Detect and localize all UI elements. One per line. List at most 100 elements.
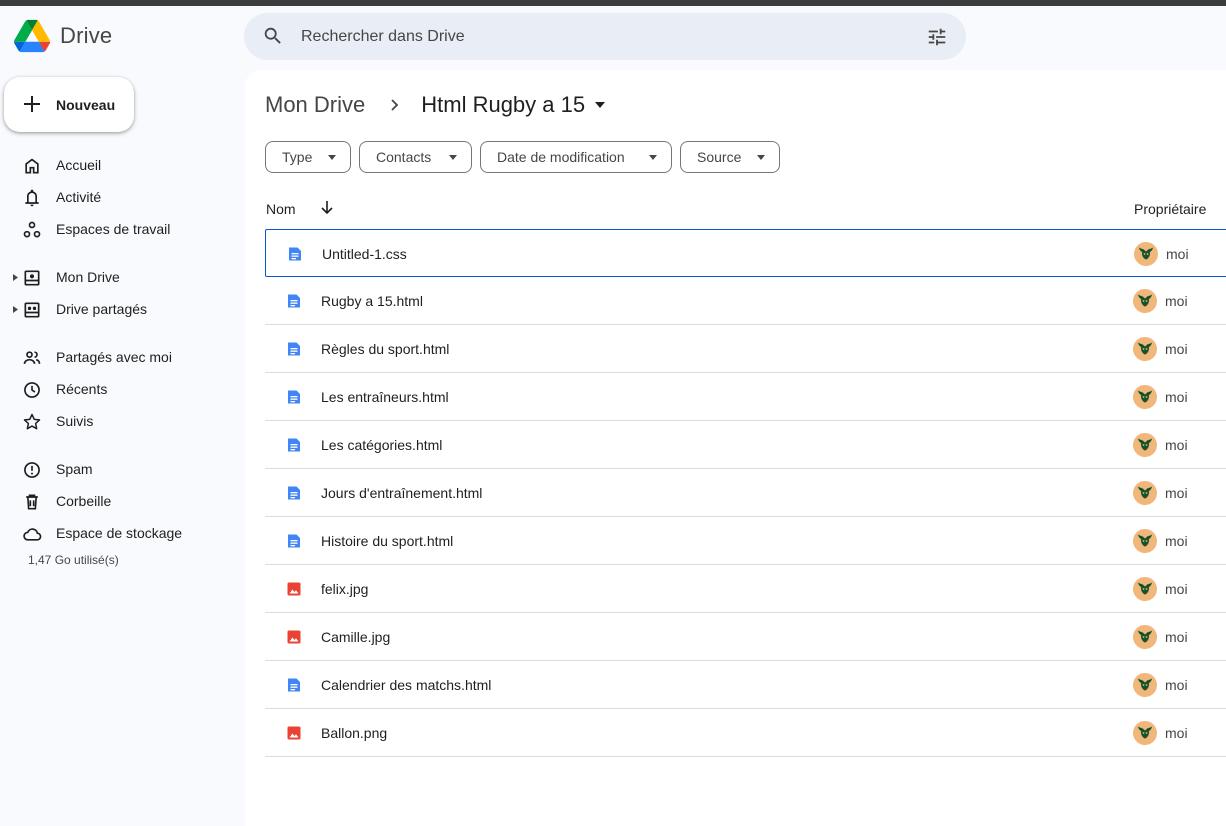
file-owner: moi	[1166, 246, 1189, 262]
sidebar-item-label: Accueil	[56, 157, 102, 173]
document-icon	[288, 294, 300, 308]
owner-avatar	[1133, 721, 1157, 745]
my-drive-icon	[24, 270, 40, 286]
window-top-bar	[0, 0, 1226, 6]
plus-icon	[24, 96, 40, 112]
owner-avatar	[1133, 289, 1157, 313]
file-name: Règles du sport.html	[321, 341, 450, 357]
sidebar-item-shared-drives[interactable]: Drive partagés	[0, 294, 240, 324]
spam-icon	[24, 462, 40, 478]
caret-down-icon[interactable]	[595, 102, 606, 108]
sidebar-item-shared-with-me[interactable]: Partagés avec moi	[0, 342, 240, 372]
sidebar-item-label: Activité	[56, 189, 102, 205]
drive-logo[interactable]: Drive	[14, 19, 112, 53]
file-row[interactable]: Jours d'entraînement.html moi	[265, 469, 1226, 517]
image-file-icon	[287, 726, 301, 740]
breadcrumb: Mon Drive Html Rugby a 15	[265, 92, 606, 118]
filter-label: Date de modification	[497, 149, 625, 165]
sidebar-item-home[interactable]: Accueil	[0, 150, 240, 180]
file-name: Camille.jpg	[321, 629, 391, 645]
file-name: Histoire du sport.html	[321, 533, 454, 549]
people-icon	[23, 351, 41, 364]
sidebar-item-label: Espaces de travail	[56, 221, 171, 237]
filter-contacts[interactable]: Contacts	[359, 141, 472, 173]
sidebar-item-recent[interactable]: Récents	[0, 374, 240, 404]
file-owner: moi	[1165, 341, 1188, 357]
expand-caret-icon[interactable]	[13, 306, 18, 313]
owner-avatar	[1133, 577, 1157, 601]
file-name: Untitled-1.css	[322, 246, 407, 262]
document-icon	[289, 247, 301, 261]
file-row[interactable]: Ballon.png moi	[265, 709, 1226, 757]
file-owner: moi	[1165, 725, 1188, 741]
star-icon	[23, 413, 41, 430]
trash-icon	[26, 494, 38, 510]
sidebar-item-activity[interactable]: Activité	[0, 182, 240, 212]
sidebar-item-storage[interactable]: Espace de stockage	[0, 518, 240, 548]
search-bar[interactable]: Rechercher dans Drive	[244, 13, 966, 60]
document-icon	[288, 534, 300, 548]
filter-modified-date[interactable]: Date de modification	[480, 141, 672, 173]
file-row[interactable]: Les entraîneurs.html moi	[265, 373, 1226, 421]
sidebar-item-workspaces[interactable]: Espaces de travail	[0, 214, 240, 244]
sidebar-item-starred[interactable]: Suivis	[0, 406, 240, 436]
file-owner: moi	[1165, 389, 1188, 405]
document-icon	[288, 342, 300, 356]
file-row[interactable]: Les catégories.html moi	[265, 421, 1226, 469]
file-name: Les catégories.html	[321, 437, 443, 453]
filter-label: Source	[697, 149, 742, 165]
sidebar-item-label: Mon Drive	[56, 269, 120, 285]
document-icon	[288, 486, 300, 500]
column-header-name[interactable]: Nom	[266, 201, 296, 217]
file-row[interactable]: Camille.jpg moi	[265, 613, 1226, 661]
caret-down-icon	[328, 155, 336, 160]
breadcrumb-root[interactable]: Mon Drive	[265, 92, 365, 118]
filter-label: Type	[282, 149, 313, 165]
main-content: Mon Drive Html Rugby a 15 Type Contacts …	[245, 70, 1226, 826]
breadcrumb-current-folder[interactable]: Html Rugby a 15	[421, 92, 585, 118]
file-name: Les entraîneurs.html	[321, 389, 449, 405]
file-row[interactable]: Règles du sport.html moi	[265, 325, 1226, 373]
home-icon	[25, 158, 39, 174]
caret-down-icon	[449, 155, 457, 160]
owner-avatar	[1134, 242, 1158, 266]
owner-avatar	[1133, 625, 1157, 649]
file-row[interactable]: felix.jpg moi	[265, 565, 1226, 613]
file-row[interactable]: Calendrier des matchs.html moi	[265, 661, 1226, 709]
file-name: Rugby a 15.html	[321, 293, 423, 309]
file-owner: moi	[1165, 581, 1188, 597]
file-name: Ballon.png	[321, 725, 388, 741]
file-name: Jours d'entraînement.html	[321, 485, 483, 501]
image-file-icon	[287, 630, 301, 644]
chevron-right-icon	[391, 99, 399, 111]
search-input[interactable]: Rechercher dans Drive	[301, 28, 465, 46]
image-file-icon	[287, 582, 301, 596]
document-icon	[288, 390, 300, 404]
sidebar-item-label: Espace de stockage	[56, 525, 183, 541]
filter-type[interactable]: Type	[265, 141, 351, 173]
sidebar-item-spam[interactable]: Spam	[0, 454, 240, 484]
search-icon[interactable]	[262, 25, 284, 47]
sidebar-item-trash[interactable]: Corbeille	[0, 486, 240, 516]
sidebar-item-label: Partagés avec moi	[56, 349, 172, 365]
workspaces-icon	[23, 221, 41, 238]
file-row[interactable]: Untitled-1.css moi	[265, 229, 1226, 277]
search-options-icon[interactable]	[926, 26, 948, 48]
file-row[interactable]: Histoire du sport.html moi	[265, 517, 1226, 565]
owner-avatar	[1133, 529, 1157, 553]
filter-label: Contacts	[376, 149, 432, 165]
sidebar-item-my-drive[interactable]: Mon Drive	[0, 262, 240, 292]
expand-caret-icon[interactable]	[13, 274, 18, 281]
app-name: Drive	[60, 23, 113, 48]
column-header-owner[interactable]: Propriétaire	[1134, 201, 1206, 217]
owner-avatar	[1133, 337, 1157, 361]
file-row[interactable]: Rugby a 15.html moi	[265, 277, 1226, 325]
sort-arrow-down-icon[interactable]	[319, 199, 335, 216]
filter-source[interactable]: Source	[680, 141, 780, 173]
sidebar-item-label: Suivis	[56, 413, 94, 429]
owner-avatar	[1133, 385, 1157, 409]
new-button-label: Nouveau	[56, 97, 116, 113]
file-owner: moi	[1165, 485, 1188, 501]
owner-avatar	[1133, 481, 1157, 505]
new-button[interactable]: Nouveau	[4, 77, 134, 132]
